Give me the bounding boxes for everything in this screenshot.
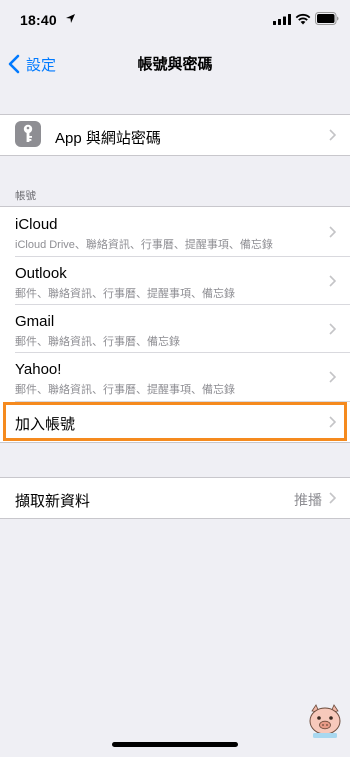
chevron-right-icon [329, 275, 336, 287]
highlight-frame [3, 402, 347, 441]
page-title: 帳號與密碼 [137, 56, 213, 73]
account-detail: 郵件、聯絡資訊、行事曆、備忘錄 [15, 336, 180, 348]
account-detail: iCloud Drive、聯絡資訊、行事曆、提醒事項、備忘錄 [15, 239, 273, 251]
account-row-icloud[interactable]: iCloud iCloud Drive、聯絡資訊、行事曆、提醒事項、備忘錄 [0, 207, 350, 256]
fetch-new-data-value: 推播 [294, 492, 322, 508]
wifi-icon [295, 13, 311, 25]
divider [0, 155, 350, 156]
fetch-new-data-label: 擷取新資料 [15, 493, 91, 510]
app-website-passwords-row[interactable]: App 與網站密碼 [0, 115, 350, 155]
account-name: Outlook [15, 265, 67, 282]
accounts-section-header: 帳號 [15, 190, 36, 202]
divider [0, 442, 350, 443]
divider [0, 518, 350, 519]
account-row-yahoo[interactable]: Yahoo! 郵件、聯絡資訊、行事曆、提醒事項、備忘錄 [0, 353, 350, 401]
status-bar: 18:40 [0, 0, 350, 44]
account-name: iCloud [15, 216, 58, 233]
cellular-signal-icon [273, 14, 291, 25]
chevron-right-icon [329, 226, 336, 238]
chevron-right-icon [329, 323, 336, 335]
account-name: Yahoo! [15, 361, 62, 378]
account-detail: 郵件、聯絡資訊、行事曆、提醒事項、備忘錄 [15, 288, 235, 300]
app-website-passwords-label: App 與網站密碼 [55, 130, 161, 147]
key-icon [15, 121, 41, 147]
pig-mascot-watermark [309, 704, 341, 738]
account-name: Gmail [15, 313, 55, 330]
chevron-right-icon [329, 129, 336, 141]
chevron-right-icon [329, 371, 336, 383]
fetch-new-data-row[interactable]: 擷取新資料 推播 [0, 478, 350, 518]
account-row-outlook[interactable]: Outlook 郵件、聯絡資訊、行事曆、提醒事項、備忘錄 [0, 257, 350, 304]
status-time: 18:40 [20, 12, 57, 28]
location-arrow-icon [66, 14, 75, 23]
navigation-bar: 設定 帳號與密碼 [0, 44, 350, 84]
home-indicator[interactable] [112, 742, 238, 747]
chevron-right-icon [329, 492, 336, 504]
account-detail: 郵件、聯絡資訊、行事曆、提醒事項、備忘錄 [15, 384, 235, 396]
account-row-gmail[interactable]: Gmail 郵件、聯絡資訊、行事曆、備忘錄 [0, 305, 350, 352]
battery-icon [315, 12, 339, 25]
